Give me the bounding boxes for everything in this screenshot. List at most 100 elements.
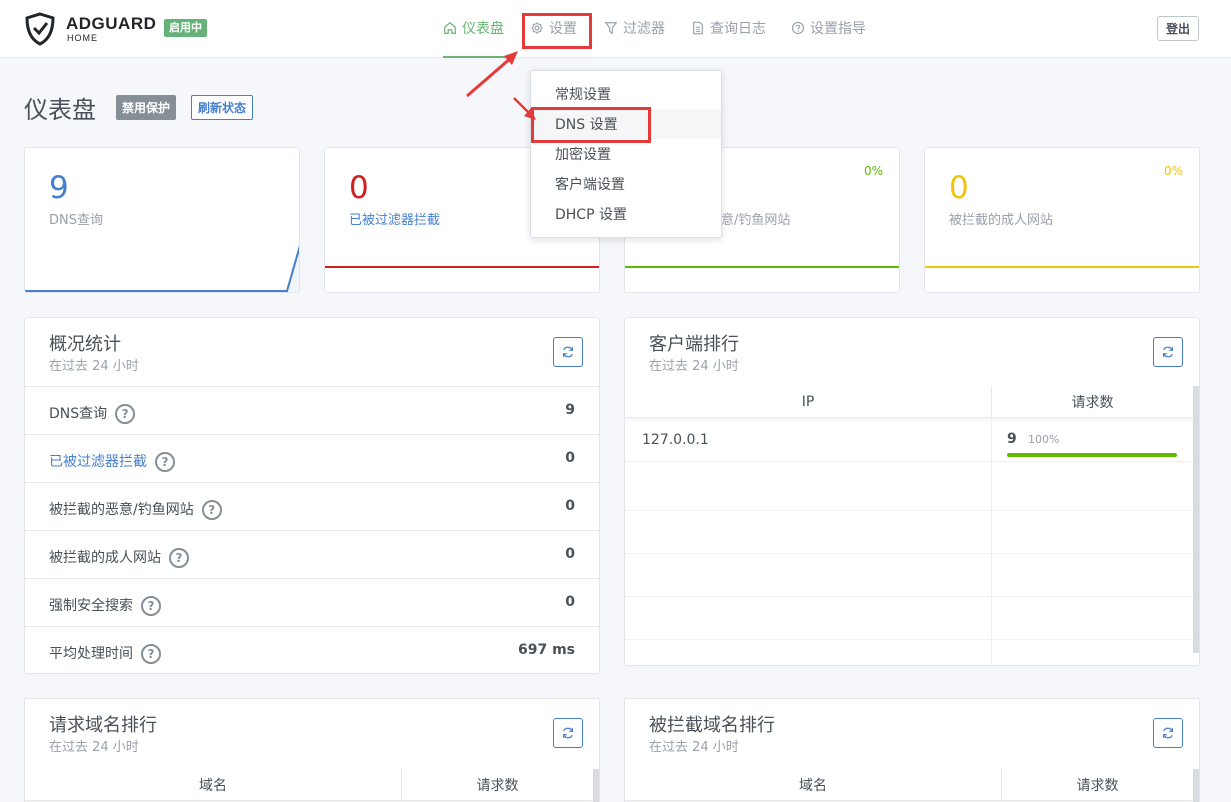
table-row: [625, 554, 1193, 597]
clients-scrollbar[interactable]: [1193, 386, 1199, 653]
nav-query-log[interactable]: 查询日志: [691, 18, 766, 38]
stat-value: 0: [949, 170, 969, 206]
brand-name: ADGUARD: [66, 14, 157, 33]
nav-dashboard-label: 仪表盘: [462, 21, 504, 37]
blocked-domains-panel: 被拦截域名排行 在过去 24 小时 域名 请求数: [624, 698, 1200, 802]
stat-label: 意/钓鱼网站: [721, 213, 791, 228]
document-icon: [693, 21, 703, 35]
stat-percent: 0%: [1163, 164, 1183, 178]
top-domains-table-header: 域名 请求数: [25, 769, 593, 801]
brand-subtitle: HOME: [67, 33, 98, 43]
nav-settings[interactable]: 设置: [530, 18, 577, 38]
status-badge: 启用中: [164, 19, 207, 37]
top-domains-refresh-button[interactable]: [553, 718, 583, 748]
help-icon[interactable]: ?: [169, 548, 189, 568]
page-title: 仪表盘: [24, 96, 96, 124]
nav-setup-guide-label: 设置指导: [810, 21, 866, 37]
column-header-count[interactable]: 请求数: [402, 769, 593, 801]
menu-item-general-settings[interactable]: 常规设置: [531, 79, 721, 109]
stat-card-dns-queries: 9 DNS查询: [24, 147, 300, 293]
overview-row-blocked-filters: 已被过滤器拦截? 0: [25, 434, 599, 482]
row-label-link[interactable]: 已被过滤器拦截: [49, 451, 147, 471]
overview-refresh-button[interactable]: [553, 337, 583, 367]
row-label: 强制安全搜索: [49, 597, 133, 614]
nav-dashboard[interactable]: 仪表盘: [443, 18, 504, 38]
nav-filters[interactable]: 过滤器: [604, 18, 665, 38]
refresh-icon: [563, 346, 573, 358]
client-progress-bar: [1007, 453, 1177, 457]
nav-query-log-label: 查询日志: [710, 21, 766, 37]
top-domains-panel: 请求域名排行 在过去 24 小时 域名 请求数: [24, 698, 600, 802]
adguard-logo-icon[interactable]: [24, 12, 56, 46]
stat-line: [625, 266, 899, 268]
nav-filters-label: 过滤器: [623, 21, 665, 37]
panel-subtitle: 在过去 24 小时: [649, 359, 739, 374]
column-header-ip[interactable]: IP: [625, 386, 992, 418]
table-row: [625, 511, 1193, 554]
help-circle-icon: [791, 21, 805, 35]
row-value: 0: [565, 594, 575, 610]
filter-icon: [604, 22, 618, 35]
menu-item-dns-settings[interactable]: DNS 设置: [531, 109, 721, 139]
menu-item-client-settings[interactable]: 客户端设置: [531, 169, 721, 199]
panel-subtitle: 在过去 24 小时: [649, 740, 739, 755]
client-percent: 100%: [1028, 433, 1060, 446]
row-value: 0: [565, 546, 575, 562]
help-icon[interactable]: ?: [155, 452, 175, 472]
menu-item-dhcp-settings[interactable]: DHCP 设置: [531, 199, 721, 229]
clients-table-header: IP 请求数: [625, 386, 1193, 418]
blocked-domains-table-header: 域名 请求数: [625, 769, 1193, 801]
nav-settings-label: 设置: [549, 21, 577, 37]
logout-button[interactable]: 登出: [1157, 16, 1199, 41]
help-icon[interactable]: ?: [201, 500, 222, 520]
overview-panel: 概况统计 在过去 24 小时 DNS查询? 9 已被过滤器拦截? 0 被拦截的恶…: [24, 317, 600, 674]
gear-icon: [531, 22, 543, 34]
panel-title: 请求域名排行: [49, 715, 157, 736]
stat-value: 9: [49, 170, 69, 206]
disable-protection-button[interactable]: 禁用保护: [116, 95, 177, 120]
stat-label: DNS查询: [49, 213, 103, 228]
panel-subtitle: 在过去 24 小时: [49, 359, 139, 374]
top-clients-panel: 客户端排行 在过去 24 小时 IP 请求数 127.0.0.1 9 100%: [624, 317, 1200, 666]
row-label: DNS查询: [49, 405, 108, 422]
column-header-domain[interactable]: 域名: [25, 769, 402, 801]
blocked-domains-refresh-button[interactable]: [1153, 718, 1183, 748]
column-header-domain[interactable]: 域名: [625, 769, 1002, 801]
stat-percent: 0%: [863, 164, 883, 178]
row-value: 697 ms: [517, 642, 575, 658]
row-value: 9: [565, 402, 575, 418]
home-icon: [444, 21, 456, 34]
overview-row-safe-search: 强制安全搜索? 0: [25, 578, 599, 626]
active-nav-indicator: [443, 56, 515, 58]
panel-subtitle: 在过去 24 小时: [49, 740, 139, 755]
overview-row-dns-queries: DNS查询? 9: [25, 386, 599, 434]
stat-label-link[interactable]: 已被过滤器拦截: [349, 209, 440, 228]
client-count: 9: [1007, 431, 1017, 447]
top-domains-scrollbar[interactable]: [593, 769, 599, 802]
blocked-domains-scrollbar[interactable]: [1193, 769, 1199, 802]
stat-card-blocked-adult: 0% 0 被拦截的成人网站: [924, 147, 1200, 293]
column-header-count[interactable]: 请求数: [1002, 769, 1193, 801]
help-icon[interactable]: ?: [115, 404, 136, 424]
row-value: 0: [565, 498, 575, 514]
overview-row-blocked-malware: 被拦截的恶意/钓鱼网站? 0: [25, 482, 599, 530]
menu-item-encryption-settings[interactable]: 加密设置: [531, 139, 721, 169]
stat-line: [925, 266, 1199, 268]
overview-row-blocked-adult: 被拦截的成人网站? 0: [25, 530, 599, 578]
refresh-status-button[interactable]: 刷新状态: [191, 95, 254, 120]
refresh-icon: [563, 727, 573, 739]
stat-value: 0: [349, 170, 369, 206]
nav-setup-guide[interactable]: 设置指导: [791, 18, 866, 38]
settings-dropdown-menu: 常规设置 DNS 设置 加密设置 客户端设置 DHCP 设置: [530, 70, 722, 238]
row-label: 被拦截的成人网站: [49, 549, 161, 566]
top-header: ADGUARD HOME 启用中 仪表盘 设置 过滤器 查询日志 设置指导 登出: [0, 0, 1231, 58]
dns-queries-sparkline: [25, 245, 299, 292]
refresh-icon: [1163, 346, 1173, 358]
panel-title: 被拦截域名排行: [649, 715, 775, 736]
clients-refresh-button[interactable]: [1153, 337, 1183, 367]
stat-label: 被拦截的成人网站: [949, 213, 1054, 228]
column-header-count[interactable]: 请求数: [992, 386, 1193, 418]
help-icon[interactable]: ?: [141, 644, 161, 664]
help-icon[interactable]: ?: [141, 596, 161, 616]
client-ip: 127.0.0.1: [642, 432, 709, 448]
